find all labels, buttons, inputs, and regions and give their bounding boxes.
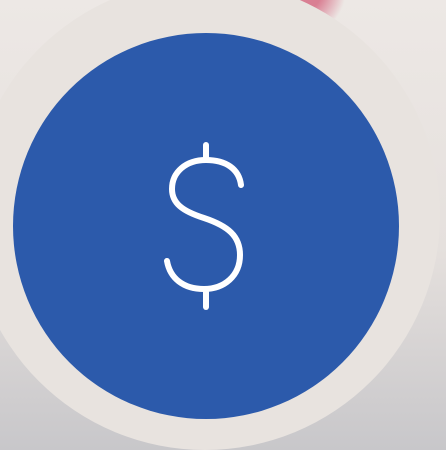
dollar-icon xyxy=(164,142,244,310)
currency-coin xyxy=(13,33,399,419)
currency-badge-scene xyxy=(0,0,446,450)
